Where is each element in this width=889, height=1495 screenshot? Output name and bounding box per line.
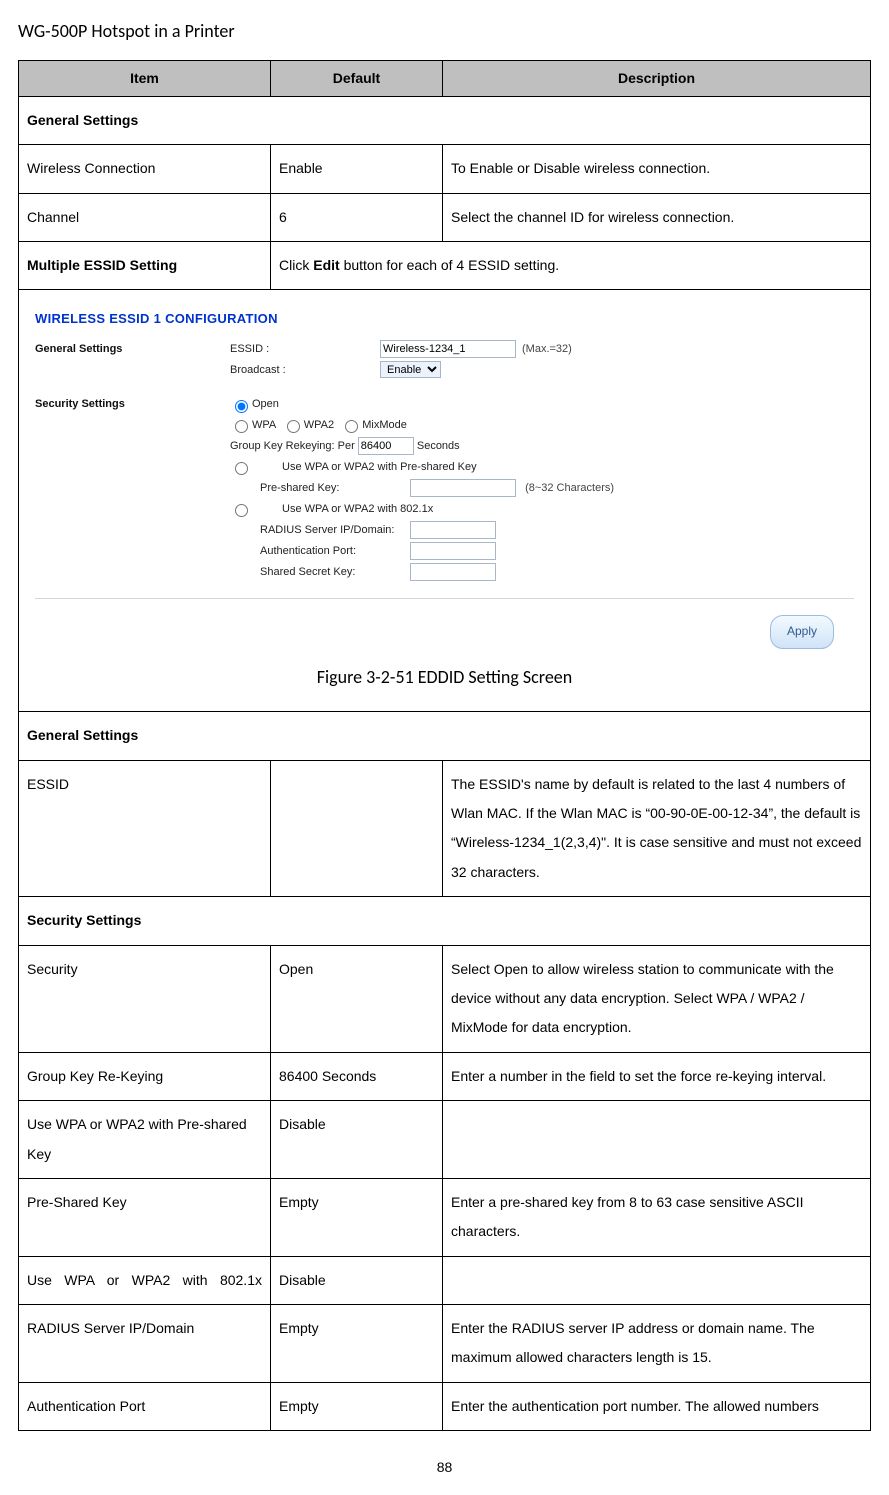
cell-item: Multiple ESSID Setting [19,241,271,289]
radio-mixmode[interactable] [345,420,358,433]
secret-input[interactable] [410,563,496,581]
cell-item: Security [19,945,271,1052]
cell-desc: Enter the RADIUS server IP address or do… [443,1305,871,1383]
cell-desc [443,1256,871,1304]
cell-item: RADIUS Server IP/Domain [19,1305,271,1383]
cell-item: Channel [19,193,271,241]
psk-input[interactable] [410,479,516,497]
cell-item: ESSID [19,760,271,897]
page-number: 88 [18,1459,871,1475]
wpa2-label: WPA2 [304,419,334,431]
cell-default: 86400 Seconds [271,1052,443,1100]
authport-label: Authentication Port: [230,541,410,562]
cell-item: Use WPA or WPA2 with 802.1x [19,1256,271,1304]
settings-table: Item Default Description General Setting… [18,60,871,1431]
psk-hint: (8~32 Characters) [525,482,614,494]
figure-caption: Figure 3-2-51 EDDID Setting Screen [27,657,862,703]
cell-default: Empty [271,1382,443,1430]
cell-default: Empty [271,1178,443,1256]
section-security-settings: Security Settings [19,897,871,945]
broadcast-select[interactable]: Enable [380,361,441,378]
essid-input[interactable] [380,340,516,358]
cell-item: Use WPA or WPA2 with Pre-shared Key [19,1101,271,1179]
radio-wpa2[interactable] [287,420,300,433]
secret-label: Shared Secret Key: [230,562,410,583]
table-row: Security Open Select Open to allow wirel… [19,945,871,1052]
figure-cell: WIRELESS ESSID 1 CONFIGURATION General S… [19,290,871,712]
cell-item: Wireless Connection [19,145,271,193]
wpa-label: WPA [252,419,276,431]
radio-wpa[interactable] [235,420,248,433]
radio-open[interactable] [235,400,248,413]
cell-desc: Select the channel ID for wireless conne… [443,193,871,241]
table-row: Multiple ESSID Setting Click Edit button… [19,241,871,289]
cell-desc: The ESSID's name by default is related t… [443,760,871,897]
cell-item: Pre-Shared Key [19,1178,271,1256]
gkr-input[interactable] [358,437,414,455]
gkr-unit: Seconds [417,440,460,452]
open-label: Open [252,398,279,410]
cell-desc [443,1101,871,1179]
section-general-settings-2: General Settings [19,712,871,760]
table-row: RADIUS Server IP/Domain Empty Enter the … [19,1305,871,1383]
authport-input[interactable] [410,542,496,560]
cell-desc: Enter a pre-shared key from 8 to 63 case… [443,1178,871,1256]
text-bold: Edit [313,257,339,273]
col-header-item: Item [19,61,271,97]
gkr-label: Group Key Rekeying: Per [230,440,355,452]
radio-use-1x[interactable] [235,504,248,517]
table-row: Authentication Port Empty Enter the auth… [19,1382,871,1430]
cell-desc: Enter a number in the field to set the f… [443,1052,871,1100]
config-section-general: General Settings [35,339,230,381]
config-screenshot: WIRELESS ESSID 1 CONFIGURATION General S… [27,299,862,656]
radio-use-psk[interactable] [235,462,248,475]
cell-default: Disable [271,1256,443,1304]
table-row: Channel 6 Select the channel ID for wire… [19,193,871,241]
table-row: Use WPA or WPA2 with Pre-shared Key Disa… [19,1101,871,1179]
config-section-security: Security Settings [35,394,230,582]
cell-item: Authentication Port [19,1382,271,1430]
table-row: Pre-Shared Key Empty Enter a pre-shared … [19,1178,871,1256]
cell-default: Disable [271,1101,443,1179]
use-1x-label: Use WPA or WPA2 with 802.1x [252,499,433,520]
table-row: Use WPA or WPA2 with 802.1x Disable [19,1256,871,1304]
psk-label: Pre-shared Key: [230,478,410,499]
cell-default: Open [271,945,443,1052]
text: Click [279,257,313,273]
broadcast-label: Broadcast : [230,360,380,381]
table-row: Wireless Connection Enable To Enable or … [19,145,871,193]
essid-hint: (Max.=32) [522,343,572,355]
cell-default: 6 [271,193,443,241]
mixmode-label: MixMode [362,419,407,431]
col-header-description: Description [443,61,871,97]
cell-desc: Enter the authentication port number. Th… [443,1382,871,1430]
apply-button[interactable]: Apply [770,615,834,648]
page-title: WG-500P Hotspot in a Printer [18,20,871,42]
cell-default [271,760,443,897]
config-title: WIRELESS ESSID 1 CONFIGURATION [35,305,854,332]
cell-item: Group Key Re-Keying [19,1052,271,1100]
use-psk-label: Use WPA or WPA2 with Pre-shared Key [252,457,477,478]
table-row: ESSID The ESSID's name by default is rel… [19,760,871,897]
essid-label: ESSID : [230,339,380,360]
cell-desc: To Enable or Disable wireless connection… [443,145,871,193]
cell-desc: Click Edit button for each of 4 ESSID se… [271,241,871,289]
section-general-settings: General Settings [19,96,871,144]
radius-label: RADIUS Server IP/Domain: [230,520,410,541]
table-row: Group Key Re-Keying 86400 Seconds Enter … [19,1052,871,1100]
radius-input[interactable] [410,521,496,539]
cell-default: Enable [271,145,443,193]
col-header-default: Default [271,61,443,97]
text: button for each of 4 ESSID setting. [340,257,559,273]
cell-default: Empty [271,1305,443,1383]
cell-desc: Select Open to allow wireless station to… [443,945,871,1052]
